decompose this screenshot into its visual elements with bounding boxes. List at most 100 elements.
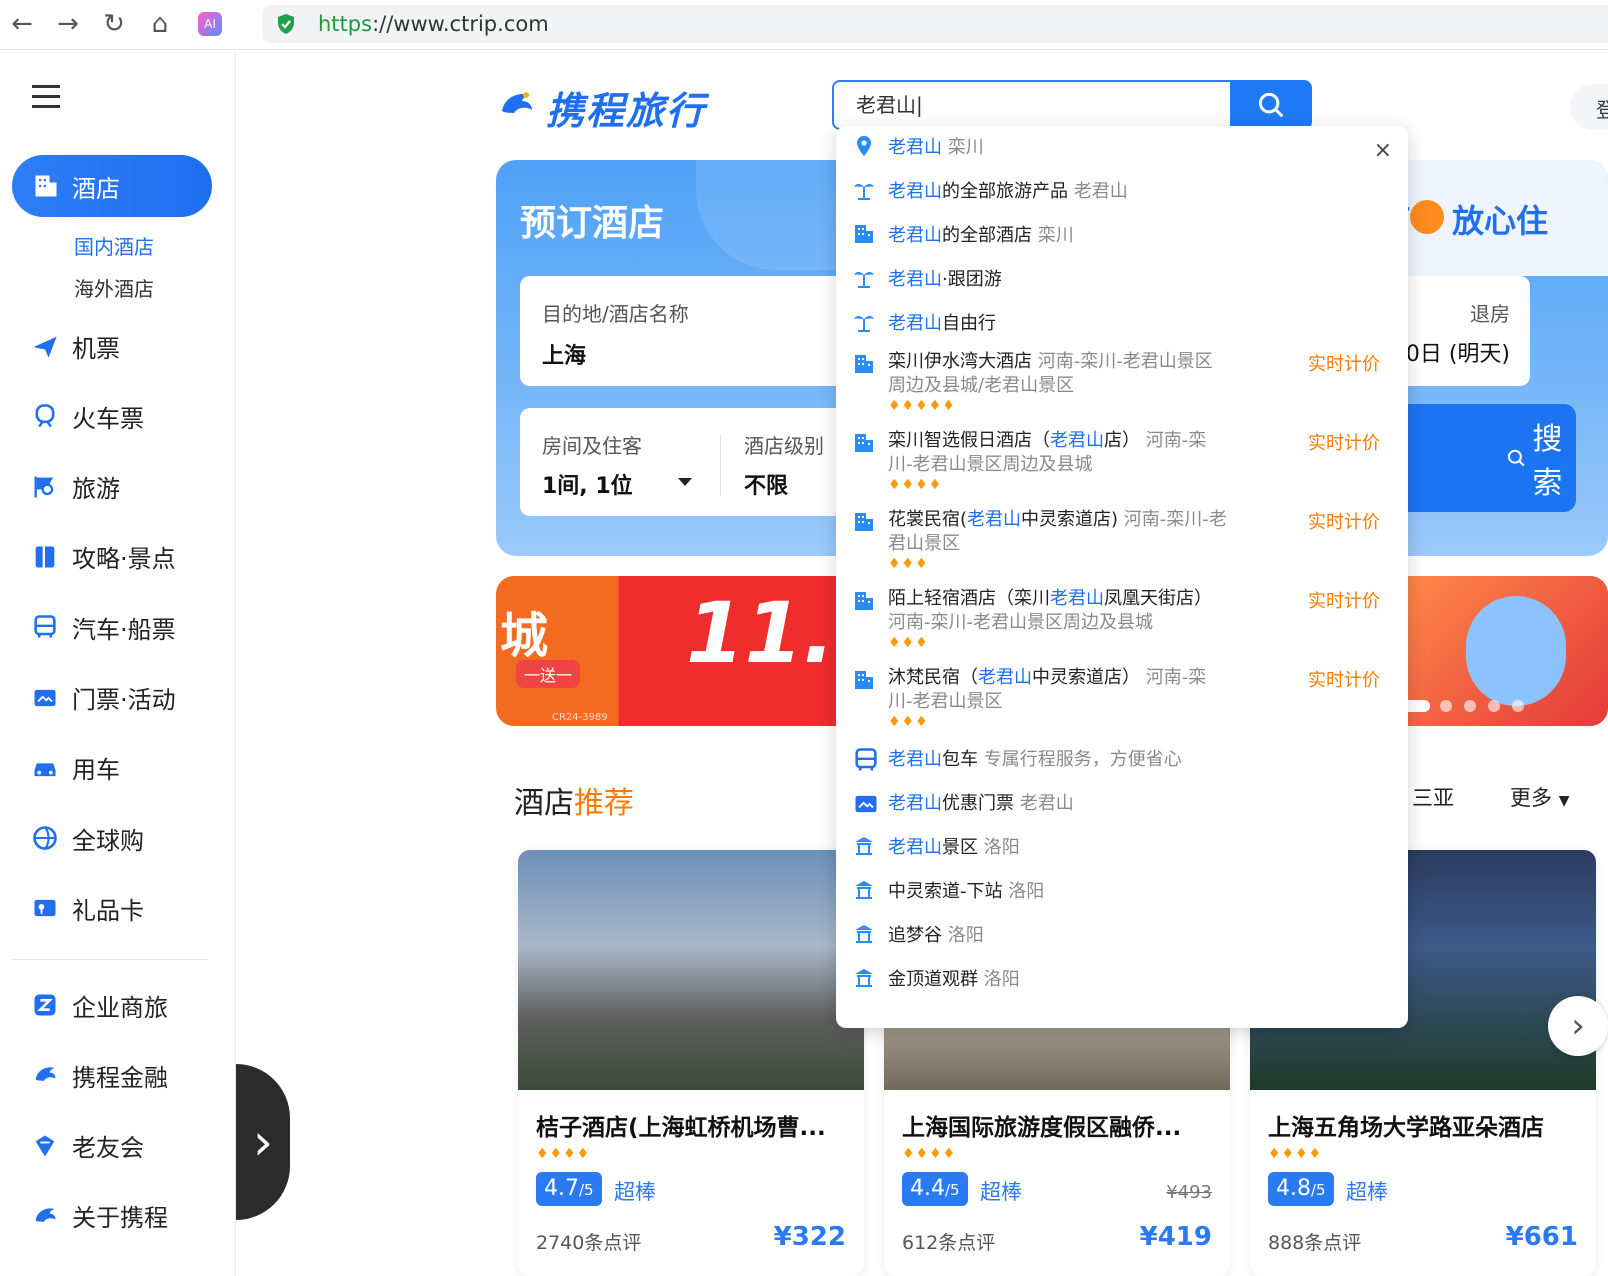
sidebar-item-train[interactable]: 火车票	[30, 396, 144, 436]
hotel-card[interactable]: 桔子酒店(上海虹桥机场曹... ♦♦♦♦ 4.7/5 超棒 2740条点评 ¥322	[518, 850, 864, 1276]
home-icon[interactable]: ⌂	[144, 8, 176, 40]
suggestion-hotel-item[interactable]: 陌上轻宿酒店（栾川老君山凤凰天街店） 河南-栾川-老君山景区周边及县城	[888, 587, 1228, 635]
hotel-region-2: 河南-栾川-老君山景区周边及县城	[888, 612, 1153, 633]
suggestion-item[interactable]: 老君山优惠门票 老君山	[888, 792, 1074, 816]
carousel-dot[interactable]	[1464, 700, 1476, 712]
suggestion-item[interactable]: 老君山景区 洛阳	[888, 836, 1020, 860]
hotel-score: 4.7/5	[536, 1172, 602, 1206]
caret-down-icon[interactable]	[678, 478, 692, 486]
sidebar-item-gift-card[interactable]: 礼品卡	[30, 888, 144, 928]
suggestion-hotel-item[interactable]: 沐梵民宿（老君山中灵索道店） 河南-栾 川-老君山景区	[888, 666, 1228, 714]
car-icon	[30, 753, 60, 783]
hotel-score: 4.8/5	[1268, 1172, 1334, 1206]
hotel-photo	[518, 850, 864, 1090]
hotel-stars: ♦♦♦♦	[1268, 1146, 1323, 1162]
reload-icon[interactable]: ↻	[98, 8, 130, 40]
suggestion-keyword: 老君山	[888, 793, 942, 814]
hotel-level-label: 酒店级别	[744, 434, 824, 458]
hotel-name-pre: 陌上轻宿酒店（栾川	[888, 588, 1050, 609]
suggestion-item[interactable]: 老君山·跟团游	[888, 268, 1002, 292]
sidebar-item-label: 老友会	[72, 1134, 144, 1163]
more-tab-label: 更多	[1510, 786, 1552, 810]
suggestion-item[interactable]: 老君山自由行	[888, 312, 996, 336]
hotel-name-pre: 花裳民宿(	[888, 509, 968, 530]
sidebar-item-club[interactable]: 老友会	[30, 1126, 144, 1166]
suggestion-hotel-item[interactable]: 栾川伊水湾大酒店 河南-栾川-老君山景区 周边及县城/老君山景区	[888, 350, 1228, 398]
sidebar-item-hotel[interactable]: 酒店	[12, 155, 212, 217]
hotel-name-post: 中灵索道店）	[1032, 667, 1140, 688]
close-icon[interactable]: ×	[1374, 138, 1392, 163]
carousel-dot[interactable]	[1440, 700, 1452, 712]
suggestion-item[interactable]: 老君山包车 专属行程服务，方便省心	[888, 748, 1182, 772]
carousel-dot[interactable]	[1512, 700, 1524, 712]
suggestion-location: 洛阳	[942, 925, 984, 946]
suggestion-item[interactable]: 追梦谷 洛阳	[888, 924, 984, 948]
hotel-reviews: 612条点评	[902, 1232, 996, 1254]
sidebar-item-car[interactable]: 用车	[30, 748, 120, 788]
sidebar-item-guide-book[interactable]: 攻略·景点	[30, 537, 176, 577]
hotel-level-value[interactable]: 不限	[744, 468, 788, 500]
suggestion-keyword: 老君山	[888, 313, 942, 334]
suggestion-location: 老君山	[1014, 793, 1074, 814]
suggestion-keyword: 老君山	[888, 137, 942, 158]
sidebar-item-business[interactable]: 企业商旅	[30, 985, 168, 1025]
suggestion-item[interactable]: 中灵索道-下站 洛阳	[888, 880, 1044, 904]
login-button[interactable]: 登	[1570, 84, 1608, 130]
back-icon[interactable]: ←	[6, 8, 38, 40]
ctrip-logo[interactable]: 携程旅行	[496, 82, 706, 133]
hotel-name-post: 凤凰天街店）	[1104, 588, 1212, 609]
recommend-title-b: 推荐	[574, 786, 634, 821]
carousel-dot[interactable]	[1488, 700, 1500, 712]
hotel-price: ¥322	[773, 1222, 846, 1252]
suggestion-item[interactable]: 老君山的全部酒店 栾川	[888, 224, 1074, 248]
score-max: /5	[579, 1181, 594, 1199]
suggestion-hotel-item[interactable]: 花裳民宿(老君山中灵索道店) 河南-栾川-老 君山景区	[888, 508, 1228, 556]
sidebar-collapse-toggle[interactable]: ›	[236, 1064, 290, 1220]
hotel-name-pre: 栾川智选假日酒店（	[888, 430, 1050, 451]
suggestion-item[interactable]: 老君山 栾川	[888, 136, 984, 160]
suggestion-item[interactable]: 金顶道观群 洛阳	[888, 968, 1020, 992]
suggestion-keyword: 老君山	[888, 269, 942, 290]
address-bar[interactable]: https://www.ctrip.com	[262, 5, 1608, 43]
suggestion-text: 景区	[942, 837, 978, 858]
shield-icon	[278, 14, 294, 34]
sidebar-sub-domestic-hotel[interactable]: 国内酒店	[74, 231, 154, 260]
search-input[interactable]: 老君山|	[832, 80, 1232, 130]
location-pin-icon	[852, 134, 878, 160]
suggestion-keyword: 老君山	[967, 509, 1022, 530]
sidebar-item-ticket[interactable]: 门票·活动	[30, 678, 176, 718]
ai-icon[interactable]: AI	[194, 8, 226, 40]
menu-icon[interactable]	[32, 85, 60, 108]
sidebar-item-label: 酒店	[72, 174, 120, 203]
sidebar-item-about[interactable]: 关于携程	[30, 1196, 168, 1236]
suggestion-item[interactable]: 老君山的全部旅游产品 老君山	[888, 180, 1128, 204]
url-text: https://www.ctrip.com	[318, 12, 549, 36]
sidebar-item-bus[interactable]: 汽车·船票	[30, 607, 176, 647]
forward-icon[interactable]: →	[52, 8, 84, 40]
sidebar-item-finance[interactable]: 携程金融	[30, 1055, 168, 1095]
sidebar-item-plane[interactable]: 机票	[30, 326, 120, 366]
business-icon	[30, 990, 60, 1020]
promo-code: CR24-3989	[552, 712, 608, 723]
next-arrow-button[interactable]: ›	[1548, 996, 1608, 1056]
sidebar-item-label: 全球购	[72, 826, 144, 855]
hotel-grade: 超棒	[1346, 1180, 1388, 1204]
palm-tree-icon	[852, 266, 878, 292]
score-value: 4.4	[910, 1176, 945, 1201]
sidebar-item-label: 攻略·景点	[72, 545, 176, 574]
hotel-building-icon	[852, 589, 878, 615]
palm-tree-icon	[852, 178, 878, 204]
sidebar-item-global-shop[interactable]: 全球购	[30, 818, 144, 858]
city-tab-sanya[interactable]: 三亚	[1412, 782, 1454, 812]
recommend-title: 酒店推荐	[514, 778, 634, 822]
sidebar-item-label: 关于携程	[72, 1204, 168, 1233]
suggestion-keyword: 老君山	[888, 749, 942, 770]
suggestion-hotel-item[interactable]: 栾川智选假日酒店（老君山店） 河南-栾 川-老君山景区周边及县城	[888, 429, 1228, 477]
search-button[interactable]	[1230, 80, 1312, 130]
hotel-region-1: 河南-栾川-老君山景区	[1032, 351, 1213, 372]
global-shop-icon	[30, 823, 60, 853]
sidebar-item-label: 机票	[72, 334, 120, 363]
sidebar-sub-overseas-hotel[interactable]: 海外酒店	[74, 273, 154, 302]
more-tab[interactable]: 更多 ▼	[1510, 782, 1569, 812]
sidebar-item-travel-flag[interactable]: 旅游	[30, 467, 120, 507]
